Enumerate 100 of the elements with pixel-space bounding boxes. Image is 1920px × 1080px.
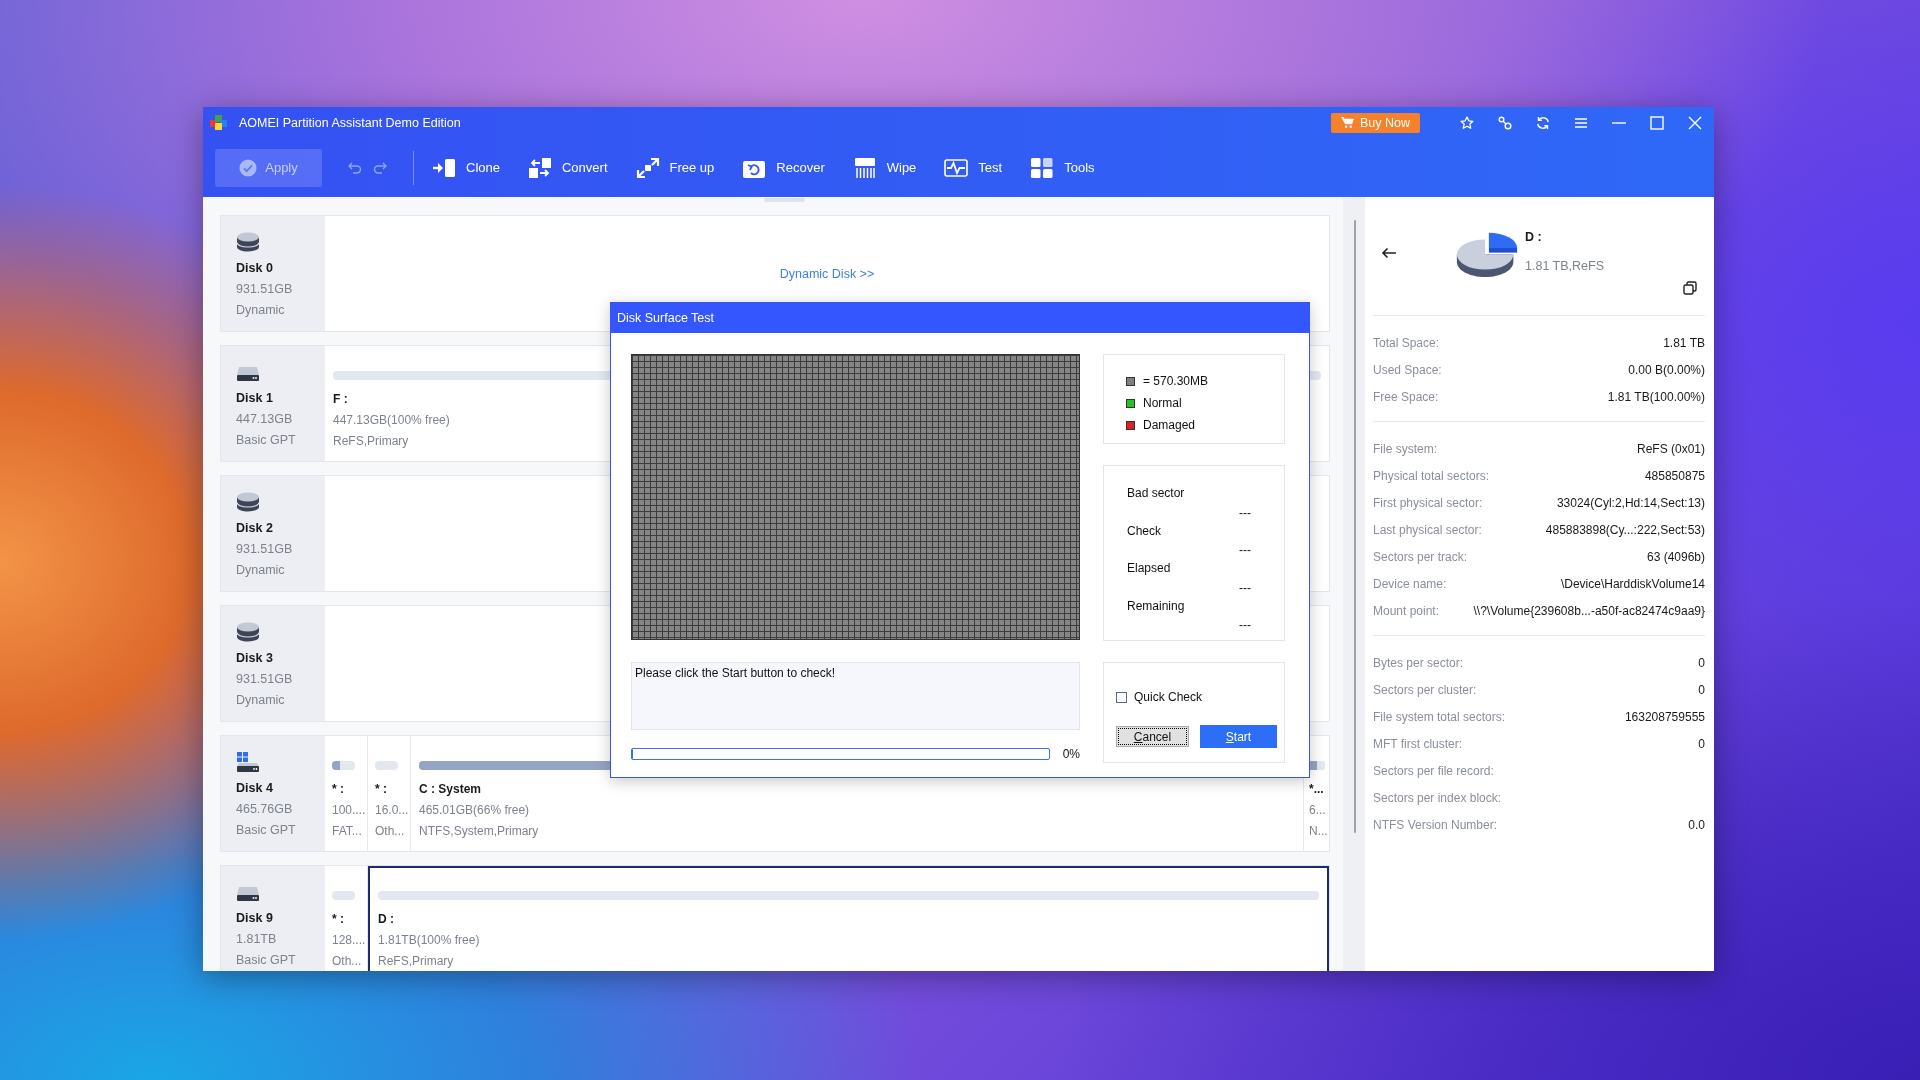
property-label: Sectors per cluster: (1373, 682, 1477, 697)
checkbox-label[interactable]: Quick Check (1134, 690, 1203, 704)
copy-icon[interactable] (1683, 281, 1697, 295)
property-label: Device name: (1373, 576, 1447, 591)
diagonal-arrows-icon (635, 156, 660, 179)
partition-type: ReFS,Primary (378, 953, 454, 970)
stacked-disks-icon (236, 492, 260, 512)
logo-icon (210, 115, 227, 130)
partition-size: 447.13GB(100% free) (333, 412, 450, 429)
stacked-disks-icon (236, 232, 260, 252)
toolbar-button[interactable]: Test (930, 150, 1017, 185)
disk-name: Disk 9 (236, 910, 273, 927)
partition-size: 100.... (332, 802, 366, 819)
stat-value: --- (1239, 504, 1251, 522)
partition-label: * : (375, 781, 387, 798)
dialog-button[interactable]: Cancel (1116, 726, 1189, 747)
partition-type: Oth... (332, 953, 362, 970)
maximize-icon[interactable] (1650, 115, 1664, 130)
property-value: 1.81 TB (1663, 335, 1705, 350)
legend-label: = 570.30MB (1143, 374, 1209, 388)
brush-icon (852, 156, 877, 179)
arrow-into-box-icon (432, 156, 456, 179)
property-value: ReFS (0x01) (1636, 441, 1705, 456)
partition-size: 16.0... (375, 802, 409, 819)
property-value: 0.00 B(0.00%) (1628, 362, 1705, 377)
disk-size: 931.51GB (236, 281, 293, 298)
disk-type: Basic GPT (236, 822, 296, 839)
disk-card[interactable]: Disk 9 1.81TB Basic GPT * : 128.... Oth... D : 1.81TB(100% free) ReFS,Primary (220, 865, 1330, 971)
back-arrow-icon[interactable] (1381, 247, 1397, 259)
property-label: Free Space: (1373, 389, 1439, 404)
toolbar-button[interactable]: Wipe (838, 150, 931, 185)
toolbar-button[interactable]: Recover (728, 150, 839, 185)
disk-type: Dynamic (236, 692, 285, 709)
stat-value: --- (1239, 579, 1251, 597)
collapse-handle[interactable] (764, 198, 805, 202)
property-label: First physical sector: (1373, 495, 1483, 510)
property-value: 63 (4096b) (1646, 549, 1705, 564)
toolbar-button[interactable]: Tools (1016, 150, 1109, 185)
linked-circles-icon[interactable] (1498, 115, 1512, 130)
menu-icon[interactable] (1574, 115, 1588, 130)
property-label: Last physical sector: (1373, 522, 1482, 537)
disk-size: 931.51GB (236, 671, 293, 688)
disk-name: Disk 0 (236, 260, 273, 277)
property-value: \Device\HarddiskVolume14 (1560, 576, 1705, 591)
check-circle-icon (239, 158, 258, 177)
property-label: File system total sectors: (1373, 709, 1506, 724)
legend-label: Damaged (1143, 418, 1196, 432)
property-value: 485850875 (1644, 468, 1705, 483)
partition-size: 6... (1309, 802, 1326, 819)
partition-label: C : System (419, 781, 482, 798)
disk-name: Disk 4 (236, 780, 273, 797)
property-label: Sectors per file record: (1373, 763, 1494, 778)
system-drive-icon (236, 752, 260, 772)
dialog-button[interactable]: Start (1200, 725, 1277, 748)
disk-size: 931.51GB (236, 541, 293, 558)
partition-label: * : (332, 781, 344, 798)
property-value: 0 (1698, 655, 1705, 670)
swap-squares-icon (527, 156, 552, 179)
pulse-icon (944, 156, 969, 179)
property-label: Sectors per index block: (1373, 790, 1502, 805)
partition-label: * : (332, 911, 344, 928)
partition-size: 465.01GB(66% free) (419, 802, 530, 819)
stacked-disks-icon (236, 622, 260, 642)
partition-type: ReFS,Primary (333, 433, 409, 450)
property-label: Sectors per track: (1373, 549, 1468, 564)
scrollbar[interactable] (1354, 220, 1356, 833)
dialog-title: Disk Surface Test (617, 311, 715, 325)
disk-type: Basic GPT (236, 432, 296, 449)
property-value: 485883898(Cy...:222,Sect:53) (1545, 522, 1705, 537)
usage-bar (375, 761, 398, 770)
property-value: 0 (1698, 682, 1705, 697)
property-label: Physical total sectors: (1373, 468, 1490, 483)
partition-type: Oth... (375, 823, 405, 840)
toolbar-button[interactable]: Convert (513, 150, 622, 185)
disk-name: Disk 1 (236, 390, 273, 407)
toolbar-button[interactable]: Clone (418, 150, 514, 185)
property-label: Bytes per sector: (1373, 655, 1464, 670)
checkbox[interactable] (1116, 691, 1127, 703)
property-label: Mount point: (1373, 603, 1440, 618)
partition-size: 128.... (332, 932, 366, 949)
property-value: 0.0 (1688, 817, 1705, 832)
partition-label: *... (1309, 781, 1324, 798)
property-label: Total Space: (1373, 335, 1440, 350)
property-label: MFT first cluster: (1373, 736, 1463, 751)
star-icon[interactable] (1460, 115, 1474, 130)
disk-size: 465.76GB (236, 801, 293, 818)
disk-type: Dynamic (236, 562, 285, 579)
disk-name: Disk 2 (236, 520, 273, 537)
volume-name: D : (1525, 230, 1542, 245)
stat-value: --- (1239, 617, 1251, 634)
property-value: 1.81 TB(100.00%) (1607, 389, 1705, 404)
disk-size: 447.13GB (236, 411, 293, 428)
refresh-icon[interactable] (1536, 115, 1550, 130)
minimize-icon[interactable] (1612, 121, 1626, 124)
status-message: Please click the Start button to check! (635, 666, 836, 680)
partition-block[interactable]: D : 1.81TB(100% free) ReFS,Primary (368, 866, 1329, 971)
toolbar-button[interactable]: Free up (621, 150, 729, 185)
dynamic-disk-link[interactable]: Dynamic Disk >> (779, 266, 875, 281)
close-icon[interactable] (1688, 115, 1702, 130)
partition-type: N... (1309, 823, 1328, 840)
